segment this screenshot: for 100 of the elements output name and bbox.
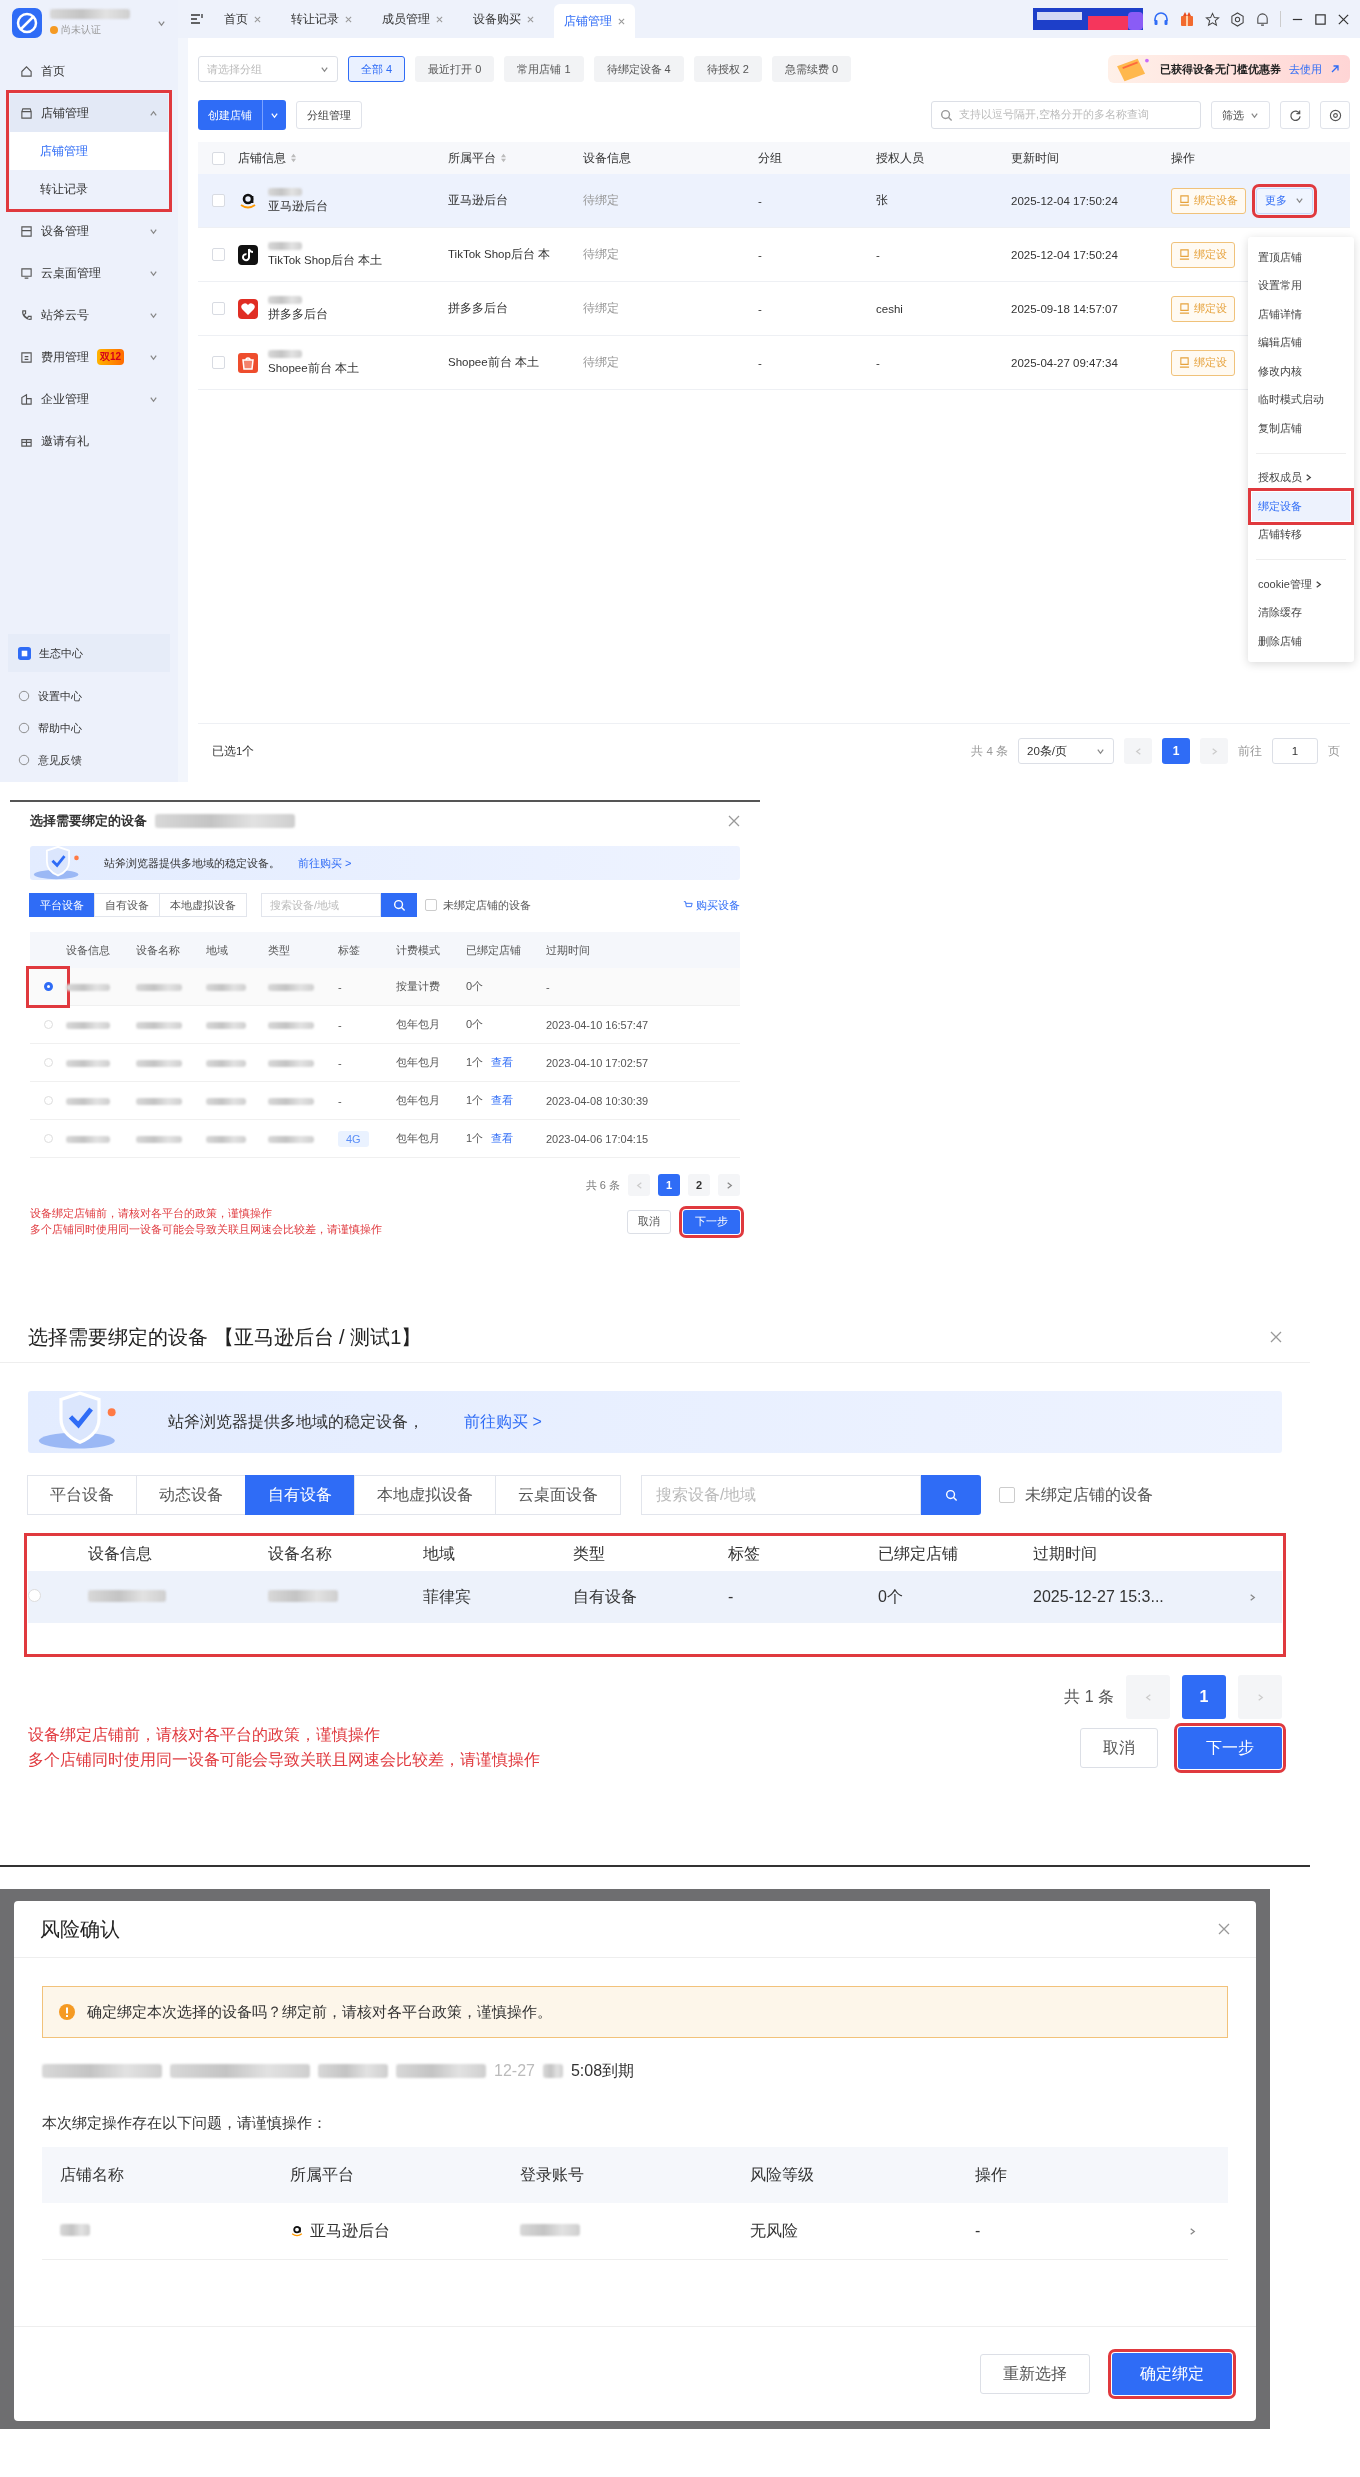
sidebar-item[interactable]: 设备管理: [10, 212, 168, 250]
page-button[interactable]: 1: [1162, 738, 1190, 764]
group-manage-button[interactable]: 分组管理: [296, 101, 362, 129]
search-button[interactable]: [921, 1475, 981, 1515]
create-store-button[interactable]: 创建店铺: [198, 100, 286, 130]
maximize-icon[interactable]: [1314, 12, 1327, 26]
page-button[interactable]: 2: [688, 1174, 710, 1196]
use-coupon-link[interactable]: 去使用: [1289, 61, 1322, 77]
device-icon: [1179, 357, 1190, 368]
sidebar-subitem[interactable]: 店铺管理: [10, 132, 168, 170]
tab[interactable]: 本地虚拟设备: [354, 1475, 496, 1515]
column-header: 已绑定店铺: [466, 942, 522, 958]
menu-item[interactable]: 修改内核: [1248, 357, 1354, 386]
sort-icon[interactable]: [290, 153, 297, 163]
sidebar-item[interactable]: 费用管理 双12: [10, 338, 168, 376]
filter-chip[interactable]: 待绑定设备 4: [593, 56, 684, 82]
filter-chip[interactable]: 常用店铺 1: [504, 56, 584, 82]
sidebar-item[interactable]: 帮助中心: [8, 712, 170, 744]
filter-chip[interactable]: 全部 4: [348, 56, 406, 82]
menu-item[interactable]: 置顶店铺: [1248, 243, 1354, 272]
menu-item[interactable]: 编辑店铺: [1248, 328, 1354, 357]
phone-icon: [20, 308, 33, 322]
row-checkbox[interactable]: [211, 302, 225, 315]
tab[interactable]: 自有设备: [94, 893, 160, 917]
menu-item[interactable]: cookie管理: [1248, 570, 1354, 599]
reselect-button[interactable]: 重新选择: [980, 2354, 1090, 2394]
tab[interactable]: 转让记录: [281, 4, 362, 34]
buy-link[interactable]: 前往购买 >: [298, 855, 352, 871]
tab[interactable]: 本地虚拟设备: [159, 893, 247, 917]
filter-chip[interactable]: 待授权 2: [693, 56, 762, 82]
sidebar-item[interactable]: 首页: [10, 52, 168, 90]
menu-item[interactable]: 删除店铺: [1248, 627, 1354, 656]
page-button[interactable]: 1: [658, 1174, 680, 1196]
tab[interactable]: 动态设备: [136, 1475, 246, 1515]
headset-icon[interactable]: [1153, 11, 1169, 27]
filter-chip[interactable]: 最近打开 0: [415, 56, 495, 82]
column-header: 更新时间: [1011, 150, 1060, 166]
buy-device-link[interactable]: 购买设备: [683, 897, 740, 913]
cancel-button[interactable]: 取消: [627, 1209, 671, 1234]
view-link[interactable]: 查看: [491, 1131, 514, 1146]
row-checkbox[interactable]: [211, 194, 225, 207]
menu-item[interactable]: 店铺转移: [1248, 520, 1354, 549]
column-header[interactable]: 店铺信息: [238, 150, 448, 166]
view-link[interactable]: 查看: [491, 1093, 514, 1108]
sidebar-item[interactable]: 设置中心: [8, 680, 170, 712]
sidebar-item[interactable]: 意见反馈: [8, 744, 170, 776]
sort-icon[interactable]: [500, 153, 507, 163]
row-checkbox[interactable]: [211, 248, 225, 261]
row-checkbox[interactable]: [211, 356, 225, 369]
bell-icon[interactable]: [1255, 11, 1270, 27]
sidebar-item[interactable]: 企业管理: [10, 380, 168, 418]
previous-page-button[interactable]: [628, 1174, 650, 1196]
tab[interactable]: 云桌面设备: [495, 1475, 621, 1515]
collapse-menu-icon[interactable]: [190, 12, 204, 26]
goto-page-field[interactable]: 1: [1272, 738, 1318, 764]
settings-button[interactable]: [1320, 101, 1350, 129]
tab[interactable]: 店铺管理: [554, 4, 635, 38]
page-button[interactable]: 1: [1182, 1675, 1226, 1719]
star-icon[interactable]: [1205, 11, 1220, 27]
menu-item[interactable]: 临时模式启动: [1248, 385, 1354, 414]
menu-item[interactable]: 复制店铺: [1248, 414, 1354, 443]
sidebar-item[interactable]: 生态中心: [8, 634, 170, 672]
redacted-text: [268, 187, 302, 196]
close-icon[interactable]: [1337, 12, 1350, 26]
filter-dropdown[interactable]: 筛选: [1211, 101, 1270, 129]
search-button[interactable]: [381, 893, 417, 917]
cancel-button[interactable]: 取消: [1080, 1728, 1158, 1768]
table-cell-text: -: [758, 248, 763, 261]
sidebar-item[interactable]: 云桌面管理: [10, 254, 168, 292]
menu-item[interactable]: 授权成员: [1248, 463, 1354, 492]
view-link[interactable]: 查看: [491, 1055, 514, 1070]
redacted-text: [318, 2064, 388, 2078]
buy-link[interactable]: 前往购买 >: [464, 1411, 542, 1433]
unbound-filter-checkbox[interactable]: 未绑定店铺的设备: [999, 1484, 1153, 1506]
smile-arrow-icon: [290, 2224, 304, 2238]
tab[interactable]: 平台设备: [29, 893, 95, 917]
refresh-icon: [1288, 108, 1302, 122]
sidebar-item[interactable]: 店铺管理: [10, 94, 168, 132]
redacted-text: [268, 295, 302, 304]
filter-chip[interactable]: 急需续费 0: [771, 56, 852, 82]
tab[interactable]: 首页: [214, 4, 271, 34]
menu-item[interactable]: 清除缓存: [1248, 598, 1354, 627]
next-page-button[interactable]: [718, 1174, 740, 1196]
page-size-select[interactable]: 20条/页: [1018, 738, 1114, 764]
tab[interactable]: 设备购买: [463, 4, 544, 34]
tab[interactable]: 平台设备: [27, 1475, 137, 1515]
refresh-button[interactable]: [1280, 101, 1310, 129]
sidebar-item[interactable]: 站斧云号: [10, 296, 168, 334]
unbound-filter-checkbox[interactable]: 未绑定店铺的设备: [425, 897, 531, 913]
sidebar-item[interactable]: 邀请有礼: [10, 422, 168, 460]
select-all-checkbox[interactable]: [211, 151, 225, 165]
chevron-icon: [1188, 2227, 1197, 2236]
menu-item[interactable]: 设置常用: [1248, 271, 1354, 300]
tab[interactable]: 自有设备: [245, 1475, 355, 1515]
tab[interactable]: 成员管理: [372, 4, 453, 34]
gift-icon[interactable]: [1179, 11, 1195, 27]
sidebar-subitem[interactable]: 转让记录: [10, 170, 168, 208]
menu-item[interactable]: 店铺详情: [1248, 300, 1354, 329]
row-radio[interactable]: [43, 982, 53, 991]
column-header[interactable]: 所属平台: [448, 150, 583, 166]
